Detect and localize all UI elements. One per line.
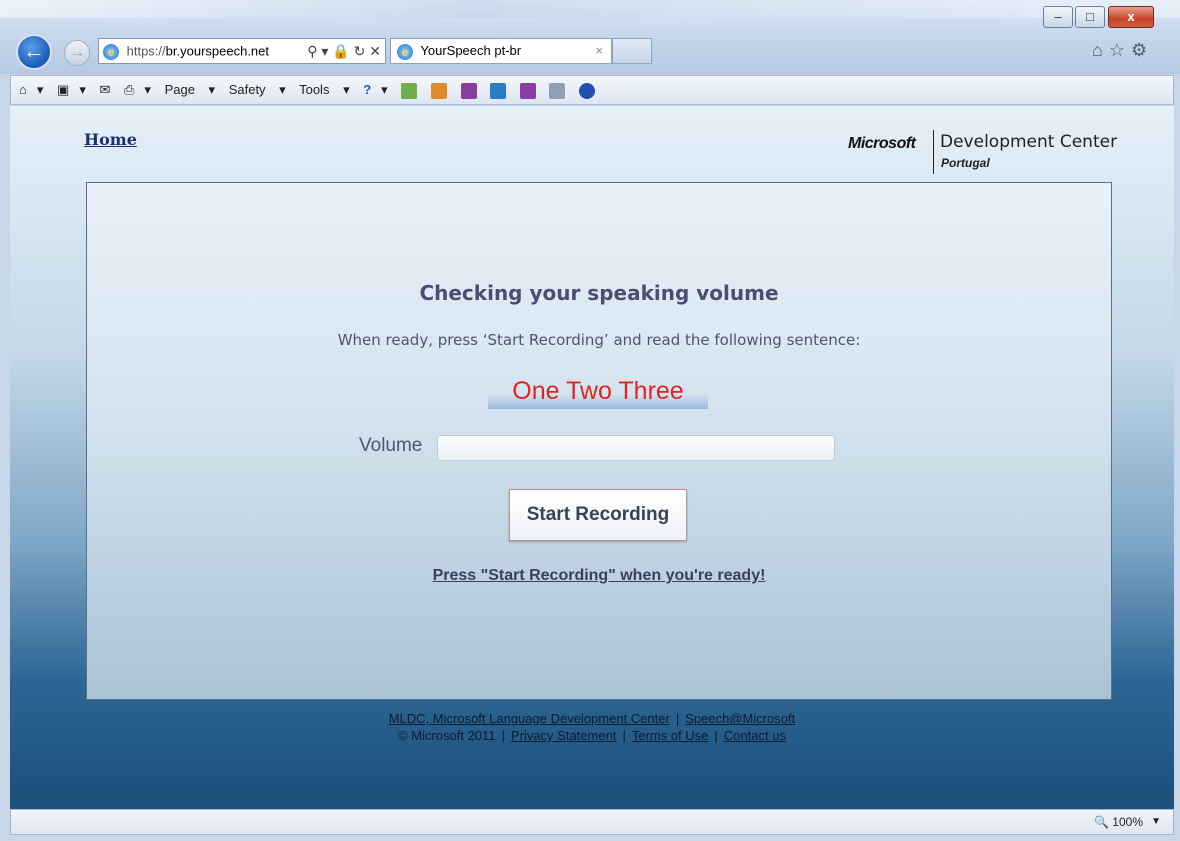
maximize-button[interactable]: □ xyxy=(1075,6,1105,28)
onenote-send-icon[interactable] xyxy=(519,82,536,99)
home-link[interactable]: Home xyxy=(84,130,137,149)
volume-label: Volume xyxy=(359,435,423,456)
instruction-text: When ready, press ‘Start Recording’ and … xyxy=(337,331,861,349)
home-icon[interactable]: ⌂ xyxy=(19,82,27,97)
help-icon[interactable]: ? xyxy=(363,82,371,97)
brand-divider xyxy=(933,130,934,174)
privacy-link[interactable]: Privacy Statement xyxy=(511,728,617,743)
zoom-value: 100% xyxy=(1112,815,1143,829)
zoom-dropdown-icon[interactable]: ▼ xyxy=(1151,810,1161,834)
terms-link[interactable]: Terms of Use xyxy=(632,728,709,743)
page-menu-label: Page xyxy=(164,82,195,97)
window-right-border xyxy=(1174,74,1180,841)
tools-menu-label: Tools xyxy=(299,82,330,97)
address-protocol: https:// xyxy=(126,43,166,59)
volume-check-panel: Checking your speaking volume When ready… xyxy=(86,182,1112,700)
brand-microsoft: Microsoft xyxy=(848,135,916,152)
lync-icon[interactable] xyxy=(490,82,507,99)
footer-line-2: © Microsoft 2011 | Privacy Statement | Terms… xyxy=(10,727,1174,744)
print-icon[interactable]: ⎙ xyxy=(124,82,134,97)
close-button[interactable]: x xyxy=(1108,6,1154,28)
feeds-menu-arrow[interactable]: ▾ xyxy=(79,82,86,97)
ie-icon: e xyxy=(103,43,119,60)
page-title: Checking your speaking volume xyxy=(419,281,779,305)
print-menu-arrow[interactable]: ▾ xyxy=(144,82,151,97)
tab-close-icon[interactable]: × xyxy=(595,39,603,63)
address-bar[interactable]: e https://br.yourspeech.net ⚲ ▾ 🔒 ↻ ✕ xyxy=(98,38,386,64)
copyright: © Microsoft 2011 xyxy=(398,728,496,743)
window-left-border xyxy=(0,74,10,841)
footer-separator: | xyxy=(675,711,680,726)
brand-development-center: Development Center xyxy=(940,132,1118,152)
footer-separator: | xyxy=(622,728,626,743)
speech-microsoft-link[interactable]: Speech@Microsoft xyxy=(685,711,795,726)
mldc-link[interactable]: MLDC, Microsoft Language Development Cen… xyxy=(389,711,670,726)
address-host: br.yourspeech.net xyxy=(165,43,270,59)
new-tab-button[interactable] xyxy=(612,38,652,64)
minimize-button[interactable]: – xyxy=(1043,6,1073,28)
help-menu-arrow[interactable]: ▾ xyxy=(381,82,388,97)
sentence-to-read: One Two Three xyxy=(488,375,708,409)
footer: MLDC, Microsoft Language Development Cen… xyxy=(10,710,1174,744)
zoom-level[interactable]: 🔍 100% xyxy=(1094,810,1143,834)
address-url: https://br.yourspeech.net xyxy=(127,44,269,59)
home-favorites-settings-icons[interactable]: ⌂☆⚙ xyxy=(1092,40,1153,61)
footer-line-1: MLDC, Microsoft Language Development Cen… xyxy=(10,710,1174,727)
start-recording-button[interactable]: Start Recording xyxy=(509,489,687,541)
back-button[interactable]: ← xyxy=(16,34,52,70)
footer-separator: | xyxy=(714,728,718,743)
onenote-icon[interactable] xyxy=(460,82,477,99)
status-hint: Press "Start Recording" when you're read… xyxy=(432,567,766,584)
messenger-icon[interactable] xyxy=(401,82,418,99)
tab-ie-icon: e xyxy=(397,43,413,60)
safety-menu-label: Safety xyxy=(228,82,266,97)
browser-title-bar: – □ x ← → e https://br.yourspeech.net ⚲ … xyxy=(0,0,1180,74)
page-menu[interactable]: Page ▾ xyxy=(165,82,216,97)
contact-link[interactable]: Contact us xyxy=(724,728,786,743)
footer-separator: | xyxy=(501,728,505,743)
bluetooth-icon[interactable] xyxy=(579,82,596,99)
java-icon[interactable] xyxy=(430,82,447,99)
volume-meter xyxy=(437,435,835,461)
feeds-icon[interactable]: ▣ xyxy=(57,82,69,97)
tab-title: YourSpeech pt-br xyxy=(420,43,522,58)
home-menu-arrow[interactable]: ▾ xyxy=(37,82,44,97)
tools-menu[interactable]: Tools ▾ xyxy=(299,82,350,97)
address-tools[interactable]: ⚲ ▾ 🔒 ↻ ✕ xyxy=(307,39,381,63)
command-bar: ⌂ ▾ ▣ ▾ ✉ ⎙ ▾ Page ▾ Safety ▾ Tools ▾ ? ▾ xyxy=(10,75,1174,105)
brand-country: Portugal xyxy=(941,156,990,170)
page-viewport: Home Microsoft Development Center Portug… xyxy=(10,106,1174,809)
mail-icon[interactable]: ✉ xyxy=(99,82,110,97)
safety-menu[interactable]: Safety ▾ xyxy=(229,82,286,97)
research-icon[interactable] xyxy=(549,82,566,99)
brand-logo: Microsoft Development Center Portugal xyxy=(848,130,1118,178)
status-bar: 🔍 100% ▼ xyxy=(10,809,1174,835)
tab-yourspeech[interactable]: e YourSpeech pt-br × xyxy=(390,38,612,64)
forward-button[interactable]: → xyxy=(64,40,90,66)
